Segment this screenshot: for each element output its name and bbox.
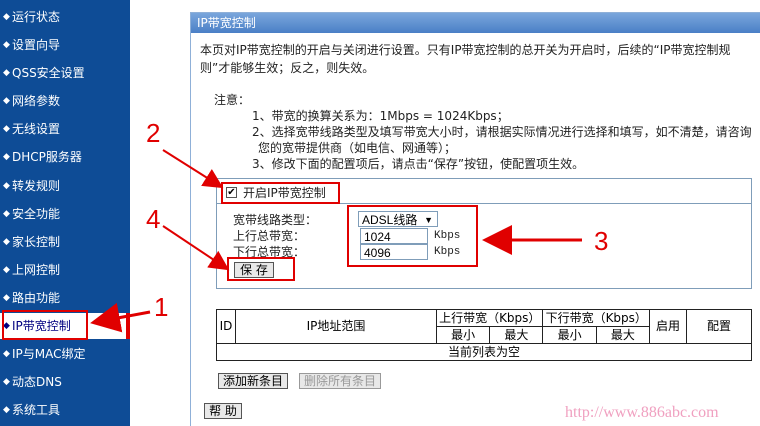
annotation-number-3: 3 bbox=[594, 226, 609, 256]
annotation-number-1: 1 bbox=[154, 292, 169, 322]
annotation-number-4: 4 bbox=[146, 204, 161, 234]
arrow-2 bbox=[162, 149, 224, 189]
annotation-number-2: 2 bbox=[146, 118, 161, 148]
arrow-4 bbox=[162, 225, 230, 271]
watermark: http://www.886abc.com bbox=[565, 404, 719, 421]
arrow-1 bbox=[90, 302, 151, 333]
annotation-arrows bbox=[90, 149, 582, 333]
